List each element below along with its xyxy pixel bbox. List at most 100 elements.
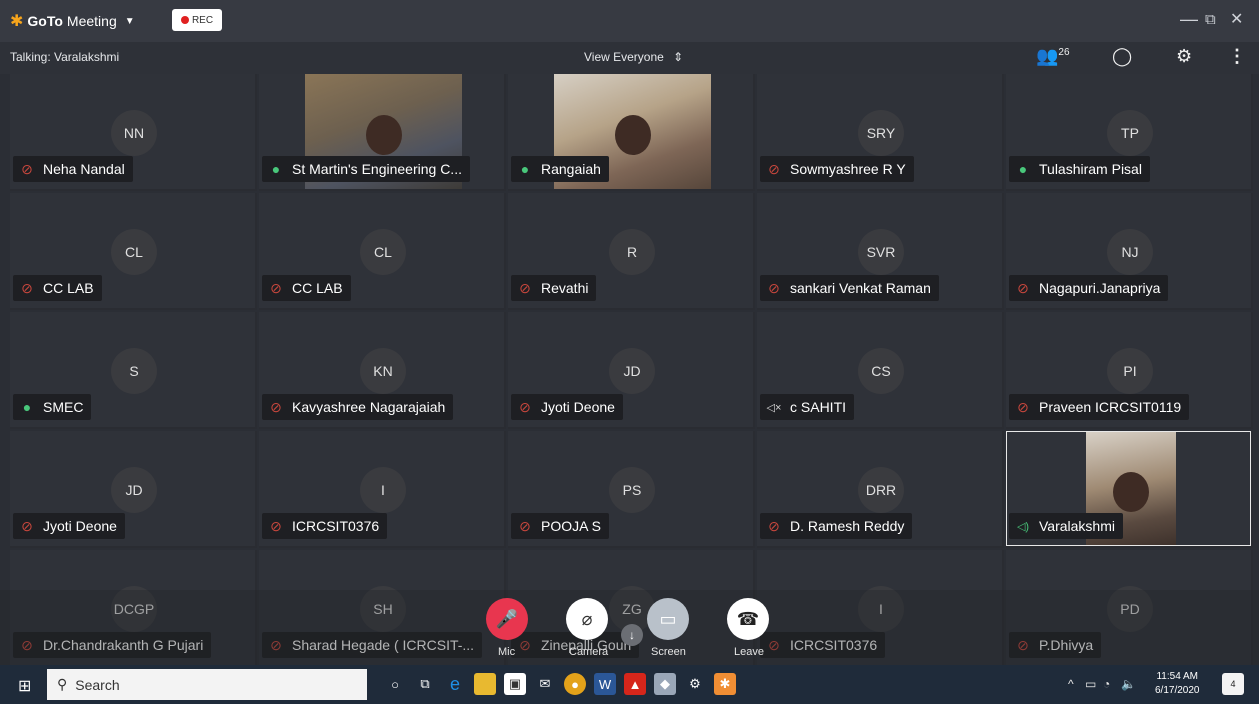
participant-tile[interactable]: CL ⊘ CC LAB (10, 193, 257, 310)
word-icon[interactable]: W (594, 673, 616, 695)
app-menu[interactable]: ✱ GoTo Meeting ▼ (10, 11, 135, 31)
tray-chevron-icon[interactable]: ^ (1068, 677, 1074, 691)
participant-tile[interactable]: S ● SMEC (10, 312, 257, 429)
paint-icon[interactable]: ◆ (654, 673, 676, 695)
volume-icon[interactable]: 🔈 (1121, 677, 1136, 691)
gotomeeting-logo-icon: ✱ (10, 13, 24, 30)
mic-muted-icon: 🎤 (495, 608, 519, 629)
participant-name: Tulashiram Pisal (1039, 161, 1142, 177)
wifi-icon[interactable]: ◔ (1103, 677, 1110, 691)
participant-nametag: ⊘ ICRCSIT0376 (262, 513, 388, 539)
participant-name: POOJA S (541, 518, 601, 534)
participant-nametag: ⊘ Jyoti Deone (511, 394, 623, 420)
screen-share-button[interactable]: ▭ (647, 598, 689, 640)
arrow-down-icon: ↓ (629, 628, 635, 642)
windows-start-button[interactable]: ⊞ (18, 676, 31, 696)
store-icon[interactable]: ▣ (504, 673, 526, 695)
participant-name: St Martin's Engineering C... (292, 161, 462, 177)
task-view-icon[interactable]: ⧉ (414, 673, 436, 695)
participant-tile[interactable]: PI ⊘ Praveen ICRCSIT0119 (1006, 312, 1253, 429)
mail-icon[interactable]: ✉ (534, 673, 556, 695)
talking-indicator: Talking: Varalakshmi (10, 50, 120, 64)
mic-muted-icon: ⊘ (270, 517, 282, 534)
chat-button[interactable]: ◯ (1112, 46, 1132, 67)
participant-name: D. Ramesh Reddy (790, 518, 905, 534)
participant-name: c SAHITI (790, 399, 847, 415)
meeting-controls: 🎤 Mic ⌀ Camera ↓ ▭ Screen ☎ Leave (0, 590, 1259, 665)
participant-tile[interactable]: ● St Martin's Engineering C... (259, 74, 506, 191)
participant-tile[interactable]: CS ◁× c SAHITI (757, 312, 1004, 429)
cortana-icon[interactable]: ○ (384, 673, 406, 695)
mic-muted-icon: ⊘ (768, 160, 780, 177)
participant-tile[interactable]: SRY ⊘ Sowmyashree R Y (757, 74, 1004, 191)
speaker-muted-icon: ◁× (766, 401, 782, 414)
participant-tile[interactable]: NJ ⊘ Nagapuri.Janapriya (1006, 193, 1253, 310)
participant-tile[interactable]: ◁) Varalakshmi (1006, 431, 1253, 548)
participant-tile[interactable]: NN ⊘ Neha Nandal (10, 74, 257, 191)
participant-name: Kavyashree Nagarajaiah (292, 399, 446, 415)
participant-avatar: PI (1107, 348, 1153, 394)
taskbar-search-box[interactable]: ⚲ Search (47, 669, 367, 700)
more-options-button[interactable]: ⋮ (1228, 46, 1246, 67)
participant-nametag: ⊘ Praveen ICRCSIT0119 (1009, 394, 1190, 420)
mic-muted-icon: ⊘ (768, 279, 780, 296)
minimize-button[interactable]: — (1180, 9, 1198, 30)
notifications-icon[interactable]: 4 (1222, 673, 1244, 695)
restore-button[interactable]: ⧉ (1205, 11, 1216, 28)
participant-tile[interactable]: JD ⊘ Jyoti Deone (508, 312, 755, 429)
participant-avatar: CS (858, 348, 904, 394)
screen-share-off-icon: ▭ (659, 608, 677, 629)
participant-tile[interactable]: ● Rangaiah (508, 74, 755, 191)
participant-tile[interactable]: DRR ⊘ D. Ramesh Reddy (757, 431, 1004, 548)
clock-date: 6/17/2020 (1155, 685, 1200, 696)
camera-button[interactable]: ⌀ (566, 598, 608, 640)
close-button[interactable]: ✕ (1230, 9, 1243, 29)
system-clock[interactable]: 11:54 AM 6/17/2020 (1155, 670, 1200, 698)
participant-tile[interactable]: SVR ⊘ sankari Venkat Raman (757, 193, 1004, 310)
phone-hangup-icon: ☎ (736, 608, 760, 629)
participant-tile[interactable]: CL ⊘ CC LAB (259, 193, 506, 310)
participant-avatar: SVR (858, 229, 904, 275)
file-explorer-icon[interactable] (474, 673, 496, 695)
pdf-reader-icon[interactable]: ▲ (624, 673, 646, 695)
gotomeeting-taskbar-icon[interactable]: ✱ (714, 673, 736, 695)
participant-name: Nagapuri.Janapriya (1039, 280, 1161, 296)
chrome-icon[interactable]: ● (564, 673, 586, 695)
participant-tile[interactable]: JD ⊘ Jyoti Deone (10, 431, 257, 548)
participant-avatar: PS (609, 467, 655, 513)
participant-avatar: CL (360, 229, 406, 275)
participant-name: Varalakshmi (1039, 518, 1115, 534)
attendees-button[interactable]: 👥26 (1036, 46, 1070, 67)
participant-name: Jyoti Deone (541, 399, 615, 415)
camera-options-button[interactable]: ↓ (621, 624, 643, 646)
view-selector[interactable]: View Everyone ⇕ (584, 50, 683, 64)
battery-icon[interactable]: ▭ (1085, 677, 1096, 691)
participant-nametag: ⊘ POOJA S (511, 513, 609, 539)
participant-name: ICRCSIT0376 (292, 518, 380, 534)
mic-button[interactable]: 🎤 (486, 598, 528, 640)
mic-muted-icon: ⊘ (1017, 279, 1029, 296)
participant-tile[interactable]: I ⊘ ICRCSIT0376 (259, 431, 506, 548)
brand-prefix: GoTo (27, 13, 63, 29)
participant-avatar: JD (609, 348, 655, 394)
participant-nametag: ⊘ Nagapuri.Janapriya (1009, 275, 1169, 301)
participant-nametag: ⊘ D. Ramesh Reddy (760, 513, 913, 539)
participant-avatar: TP (1107, 110, 1153, 156)
settings-app-icon[interactable]: ⚙ (684, 673, 706, 695)
participant-tile[interactable]: TP ● Tulashiram Pisal (1006, 74, 1253, 191)
participant-tile[interactable]: PS ⊘ POOJA S (508, 431, 755, 548)
participant-tile[interactable]: R ⊘ Revathi (508, 193, 755, 310)
recording-badge[interactable]: REC (172, 9, 222, 31)
speaker-on-icon: ◁) (1016, 520, 1030, 533)
participant-tile[interactable]: KN ⊘ Kavyashree Nagarajaiah (259, 312, 506, 429)
participant-nametag: ⊘ Neha Nandal (13, 156, 133, 182)
meeting-info-bar: Talking: Varalakshmi View Everyone ⇕ 👥26… (0, 42, 1259, 74)
clock-time: 11:54 AM (1156, 671, 1198, 682)
participant-avatar: R (609, 229, 655, 275)
participant-name: Praveen ICRCSIT0119 (1039, 399, 1182, 415)
leave-button[interactable]: ☎ (727, 598, 769, 640)
edge-browser-icon[interactable]: e (444, 673, 466, 695)
participant-avatar: JD (111, 467, 157, 513)
participant-avatar: SRY (858, 110, 904, 156)
settings-button[interactable]: ⚙ (1176, 46, 1192, 67)
